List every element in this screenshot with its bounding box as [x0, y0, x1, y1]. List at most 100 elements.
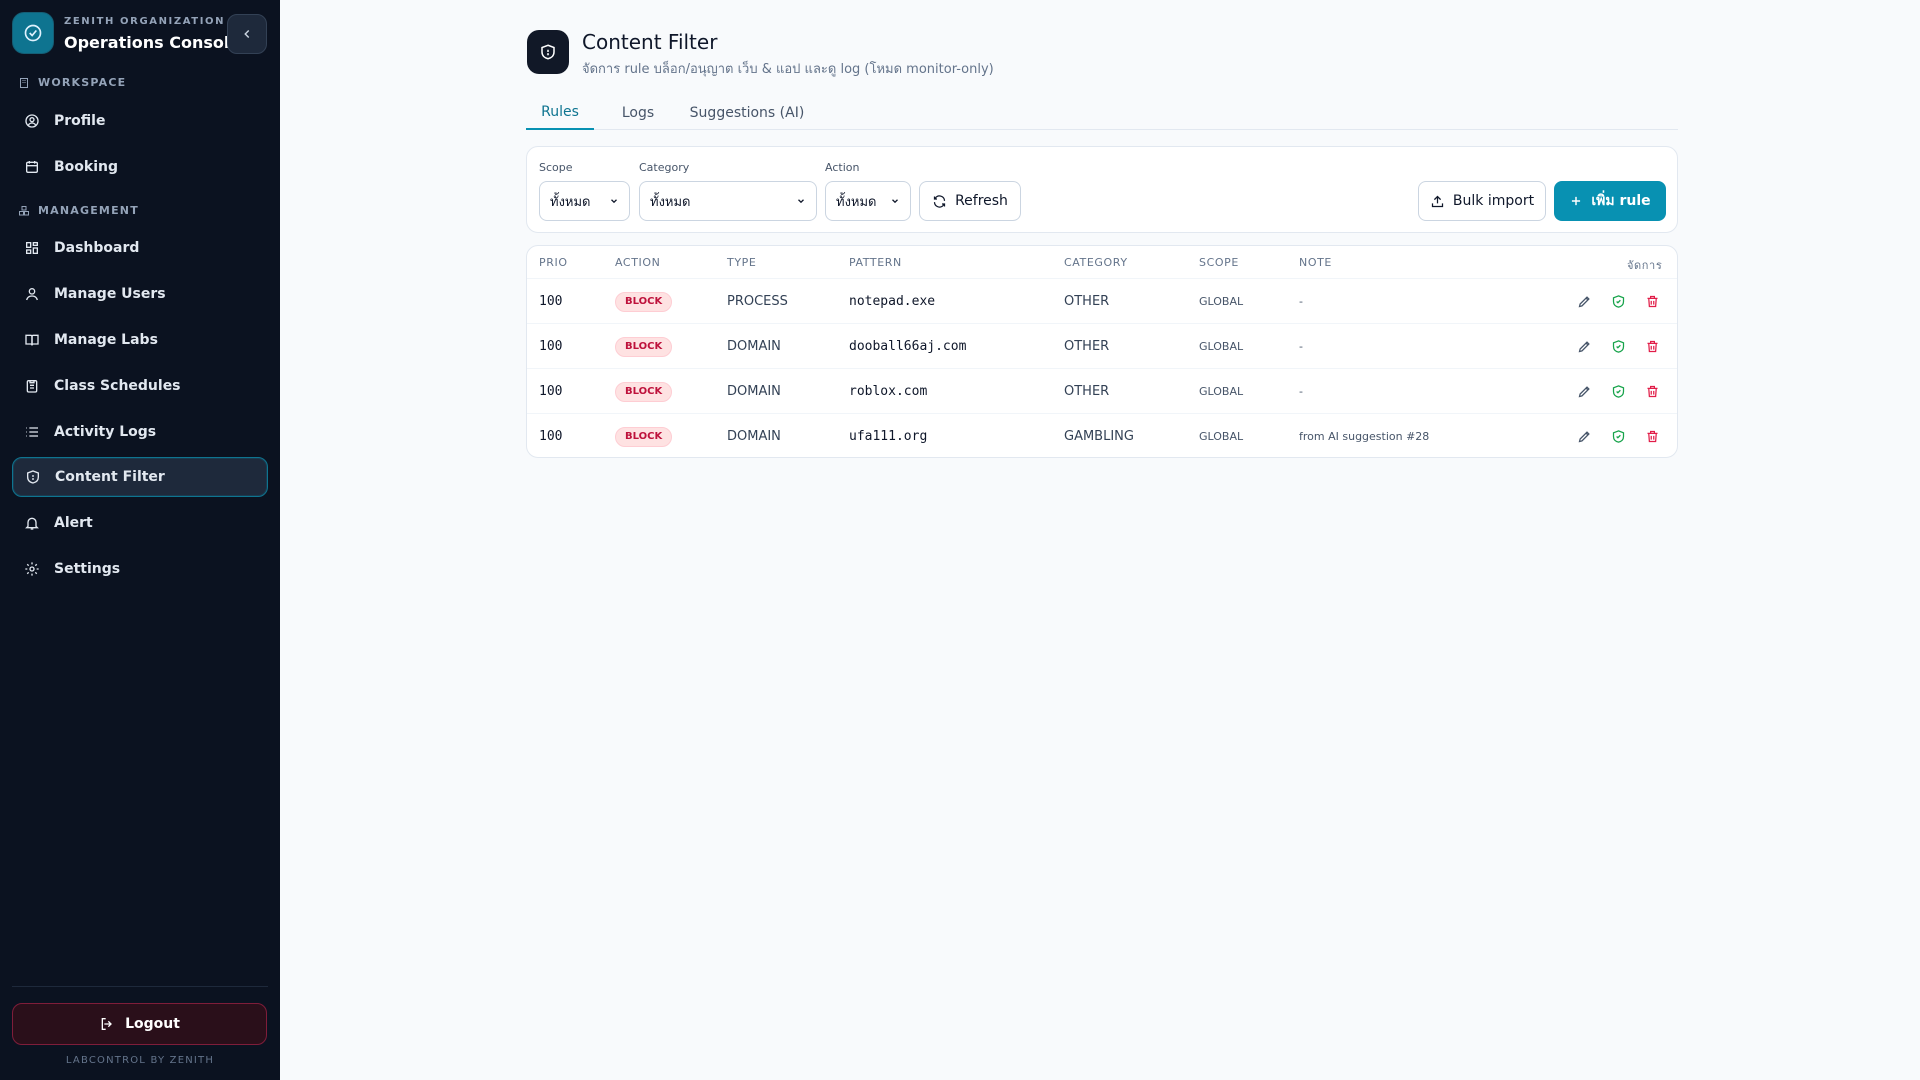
cell-prio: 100: [539, 294, 563, 309]
edit-icon[interactable]: [1575, 338, 1593, 356]
sidebar-item-content-filter[interactable]: Content Filter: [12, 457, 268, 497]
action-select[interactable]: ทั้งหมด: [825, 181, 911, 221]
sidebar-item-settings[interactable]: Settings: [12, 549, 268, 589]
cell-prio: 100: [539, 384, 563, 399]
cell-note: -: [1299, 385, 1303, 398]
action-badge: BLOCK: [615, 381, 673, 402]
approve-shield-icon[interactable]: [1609, 428, 1627, 446]
approve-shield-icon[interactable]: [1609, 338, 1627, 356]
logout-button[interactable]: Logout: [12, 1003, 267, 1045]
sidebar-item-label: Activity Logs: [54, 424, 157, 440]
plus-icon: [1572, 196, 1581, 206]
cell-type: DOMAIN: [727, 339, 781, 354]
sidebar-item-label: Settings: [54, 561, 121, 577]
brand-logo-icon: [12, 12, 54, 54]
tab-suggestions-ai[interactable]: Suggestions (AI): [684, 96, 810, 130]
boxes-icon: [19, 205, 29, 215]
cell-note: from AI suggestion #28: [1299, 430, 1430, 443]
scope-select[interactable]: ทั้งหมด: [539, 181, 630, 221]
sidebar-divider: [12, 986, 268, 987]
sidebar: ZENITH ORGANIZATION Operations Console W…: [0, 0, 280, 1080]
grid-icon: [25, 242, 38, 254]
sidebar-item-label: Class Schedules: [54, 378, 181, 394]
sidebar-item-label: Alert: [54, 515, 93, 531]
approve-shield-icon[interactable]: [1609, 383, 1627, 401]
sidebar-item-profile[interactable]: Profile: [12, 101, 268, 141]
sidebar-item-class-schedules[interactable]: Class Schedules: [12, 366, 268, 406]
logout-label: Logout: [125, 1016, 180, 1032]
section-management: MANAGEMENT: [18, 204, 139, 217]
cell-type: PROCESS: [727, 294, 788, 309]
cell-type: DOMAIN: [727, 384, 781, 399]
action-select-value: ทั้งหมด: [836, 194, 877, 210]
row-actions: [1575, 279, 1661, 324]
cell-scope: GLOBAL: [1199, 430, 1244, 443]
table-row: 100 BLOCK DOMAIN dooball66aj.com OTHER G…: [527, 323, 1677, 369]
edit-icon[interactable]: [1575, 428, 1593, 446]
chevron-left-icon: [244, 29, 250, 39]
sidebar-item-alert[interactable]: Alert: [12, 503, 268, 543]
delete-icon[interactable]: [1643, 428, 1661, 446]
bulk-import-button[interactable]: Bulk import: [1418, 181, 1546, 221]
chevron-down-icon: [892, 199, 898, 204]
header-manage: จัดการ: [1627, 259, 1663, 272]
bell-icon: [25, 517, 39, 530]
cell-category: GAMBLING: [1064, 429, 1134, 444]
logout-icon: [101, 1018, 113, 1030]
sidebar-item-label: Manage Users: [54, 286, 166, 302]
building-icon: [20, 77, 28, 88]
brand-title: Operations Console: [64, 33, 241, 52]
cell-category: OTHER: [1064, 384, 1110, 399]
filter-bar: Scope ทั้งหมด Category ทั้งหมด Action ทั…: [526, 146, 1678, 233]
sidebar-item-manage-labs[interactable]: Manage Labs: [12, 320, 268, 360]
refresh-icon: [933, 194, 946, 208]
page-subtitle: จัดการ rule บล็อก/อนุญาต เว็บ & แอป และด…: [582, 62, 994, 77]
gear-icon: [25, 562, 39, 576]
tab-rules[interactable]: Rules: [526, 96, 594, 130]
list-icon: [26, 427, 38, 437]
category-select-value: ทั้งหมด: [650, 194, 691, 210]
cell-scope: GLOBAL: [1199, 295, 1244, 308]
sidebar-item-dashboard[interactable]: Dashboard: [12, 228, 268, 268]
header-note: NOTE: [1299, 256, 1332, 269]
tab-logs[interactable]: Logs: [610, 96, 666, 130]
cell-category: OTHER: [1064, 339, 1110, 354]
table-row: 100 BLOCK PROCESS notepad.exe OTHER GLOB…: [527, 278, 1677, 324]
sidebar-item-activity-logs[interactable]: Activity Logs: [12, 412, 268, 452]
cell-type: DOMAIN: [727, 429, 781, 444]
delete-icon[interactable]: [1643, 293, 1661, 311]
brand-org: ZENITH ORGANIZATION: [64, 16, 226, 27]
sidebar-item-label: Content Filter: [55, 469, 165, 485]
section-workspace-label: WORKSPACE: [38, 76, 127, 89]
edit-icon[interactable]: [1575, 293, 1593, 311]
brand: ZENITH ORGANIZATION Operations Console: [12, 12, 268, 56]
collapse-sidebar-button[interactable]: [227, 14, 267, 54]
chevron-down-icon: [798, 199, 804, 204]
bulk-import-label: Bulk import: [1452, 193, 1535, 209]
page-title: Content Filter: [582, 30, 718, 54]
sidebar-item-booking[interactable]: Booking: [12, 147, 268, 187]
upload-icon: [1431, 195, 1444, 207]
add-rule-label: เพิ่ม rule: [1591, 193, 1651, 209]
delete-icon[interactable]: [1643, 383, 1661, 401]
sidebar-item-manage-users[interactable]: Manage Users: [12, 274, 268, 314]
table-row: 100 BLOCK DOMAIN roblox.com OTHER GLOBAL…: [527, 368, 1677, 414]
category-select[interactable]: ทั้งหมด: [639, 181, 817, 221]
shield-icon: [27, 470, 39, 484]
cell-prio: 100: [539, 339, 563, 354]
row-actions: [1575, 369, 1661, 414]
shield-icon: [527, 30, 569, 74]
delete-icon[interactable]: [1643, 338, 1661, 356]
sidebar-item-label: Profile: [54, 113, 106, 129]
approve-shield-icon[interactable]: [1609, 293, 1627, 311]
sidebar-item-label: Manage Labs: [54, 332, 158, 348]
cell-pattern: dooball66aj.com: [849, 339, 967, 354]
sidebar-footer: LABCONTROL BY ZENITH: [65, 1055, 215, 1066]
section-management-label: MANAGEMENT: [38, 204, 139, 217]
refresh-button[interactable]: Refresh: [919, 181, 1021, 221]
row-actions: [1575, 324, 1661, 369]
cell-scope: GLOBAL: [1199, 385, 1244, 398]
action-badge: BLOCK: [615, 426, 673, 447]
edit-icon[interactable]: [1575, 383, 1593, 401]
add-rule-button[interactable]: เพิ่ม rule: [1554, 181, 1666, 221]
